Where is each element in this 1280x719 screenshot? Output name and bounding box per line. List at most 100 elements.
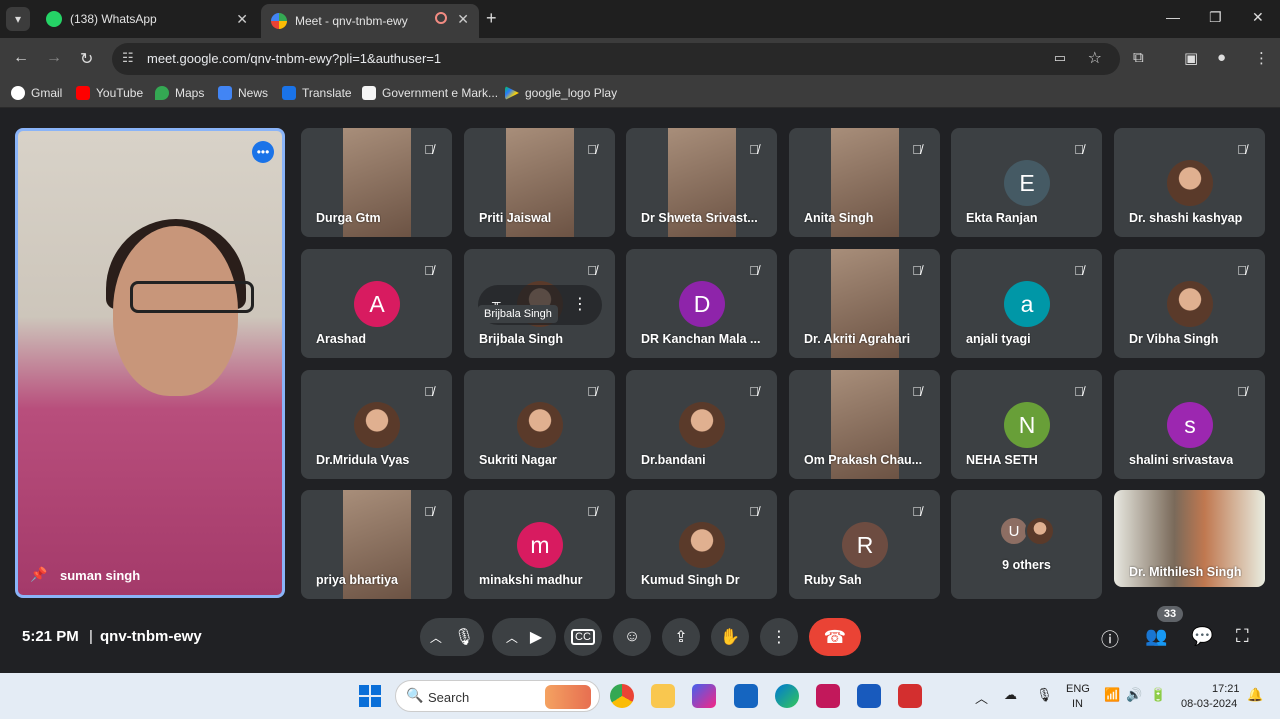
back-icon[interactable]: ← xyxy=(13,49,29,67)
participant-name: Ruby Sah xyxy=(804,573,862,587)
participant-tile[interactable]: s 🎙̸ shalini srivastava xyxy=(1114,370,1265,479)
participant-tile[interactable]: N 🎙̸ NEHA SETH xyxy=(951,370,1102,479)
participant-tile[interactable]: 🎙̸ Anita Singh xyxy=(789,128,940,237)
close-icon[interactable]: ✕ xyxy=(457,11,469,28)
participant-name: Priti Jaiswal xyxy=(479,211,552,225)
activities-icon[interactable]: ⛶ xyxy=(1236,626,1249,647)
forward-icon[interactable]: → xyxy=(46,49,62,67)
notification-icon[interactable]: 🔔 xyxy=(1247,687,1263,703)
tab-search-button[interactable]: ▾ xyxy=(6,7,30,31)
search-label: Search xyxy=(428,690,470,705)
microphone-button[interactable]: ︿ 🎙 xyxy=(420,618,484,656)
chrome-icon[interactable] xyxy=(610,684,634,708)
mic-off-icon: 🎙̸ xyxy=(912,262,922,278)
chevron-up-icon[interactable]: ︿ xyxy=(506,629,518,646)
more-options-icon[interactable]: ••• xyxy=(252,141,274,163)
camera-button[interactable]: ︿ ▶ xyxy=(492,618,556,656)
tab-whatsapp[interactable]: (138) WhatsApp ✕ xyxy=(36,4,258,34)
bookmark-youtube[interactable]: YouTube xyxy=(76,86,143,100)
battery-icon[interactable]: 🔋 xyxy=(1150,687,1166,703)
avatar xyxy=(679,522,725,568)
new-tab-icon[interactable]: + xyxy=(486,8,497,29)
window-close-icon[interactable]: ✕ xyxy=(1252,9,1264,26)
bookmark-news[interactable]: News xyxy=(218,86,268,100)
participant-tile[interactable]: 🎙̸ Om Prakash Chau... xyxy=(789,370,940,479)
volume-icon[interactable]: 🔊 xyxy=(1126,687,1142,703)
translate-icon xyxy=(282,86,296,100)
ds-app-icon[interactable] xyxy=(816,684,840,708)
participant-tile[interactable]: 🎙̸ Kumud Singh Dr xyxy=(626,490,777,599)
profile-icon[interactable]: ● xyxy=(1217,49,1226,66)
extensions-icon[interactable]: ⧉ xyxy=(1133,49,1144,66)
clock-time[interactable]: 17:21 xyxy=(1212,683,1240,695)
participant-tile[interactable]: 🎙̸ Dr Vibha Singh xyxy=(1114,249,1265,358)
participant-tile[interactable]: 🎙̸ Sukriti Nagar xyxy=(464,370,615,479)
participant-tile[interactable]: a 🎙̸ anjali tyagi xyxy=(951,249,1102,358)
tab-meet[interactable]: Meet - qnv-tnbm-ewy ✕ xyxy=(261,4,479,38)
bookmark-translate[interactable]: Translate xyxy=(282,86,352,100)
language-top[interactable]: ENG xyxy=(1066,683,1090,695)
file-explorer-icon[interactable] xyxy=(651,684,675,708)
participant-name: Kumud Singh Dr xyxy=(641,573,740,587)
participant-tile[interactable]: 🎙̸ Durga Gtm xyxy=(301,128,452,237)
leave-call-button[interactable]: ☎ xyxy=(809,618,861,656)
info-icon[interactable]: ⓘ xyxy=(1101,626,1119,652)
bookmark-play[interactable]: google_logo Play xyxy=(505,86,617,100)
participant-tile[interactable]: D 🎙̸ DR Kanchan Mala ... xyxy=(626,249,777,358)
chat-icon[interactable]: 💬 xyxy=(1191,626,1213,647)
participant-tile[interactable]: 🎙̸ Dr. Akriti Agrahari xyxy=(789,249,940,358)
close-icon[interactable]: ✕ xyxy=(236,11,248,28)
people-icon[interactable]: 👥 xyxy=(1145,626,1167,647)
participant-tile[interactable]: 🎙̸ Dr.bandani xyxy=(626,370,777,479)
address-bar[interactable]: ☷ meet.google.com/qnv-tnbm-ewy?pli=1&aut… xyxy=(112,43,1120,75)
main-speaker-tile[interactable]: ••• 📌 suman singh xyxy=(15,128,285,598)
taskbar-search[interactable]: 🔍 Search xyxy=(395,680,600,712)
participant-tile[interactable]: 🎙̸ Dr. shashi kashyap xyxy=(1114,128,1265,237)
more-options-button[interactable]: ⋮ xyxy=(760,618,798,656)
start-button[interactable] xyxy=(359,685,381,707)
minimize-icon[interactable]: — xyxy=(1166,9,1180,25)
more-vert-icon[interactable]: ⋮ xyxy=(572,294,588,314)
bookmark-gmail[interactable]: Gmail xyxy=(11,86,62,100)
cloud-icon[interactable]: ☁ xyxy=(1004,687,1017,703)
star-icon[interactable]: ☆ xyxy=(1088,48,1102,68)
participant-tile[interactable]: Dr. Mithilesh Singh xyxy=(1114,490,1265,587)
wifi-icon[interactable]: 📶 xyxy=(1104,687,1120,703)
clock-date[interactable]: 08-03-2024 xyxy=(1181,698,1237,710)
site-info-icon[interactable]: ☷ xyxy=(122,50,134,66)
participant-tile[interactable]: R 🎙̸ Ruby Sah xyxy=(789,490,940,599)
copilot-icon[interactable] xyxy=(692,684,716,708)
participant-tile[interactable]: ╥ ⋮ Brijbala Singh 🎙̸ Brijbala Singh xyxy=(464,249,615,358)
word-icon[interactable] xyxy=(857,684,881,708)
menu-icon[interactable]: ⋮ xyxy=(1254,49,1269,67)
reload-icon[interactable]: ↻ xyxy=(80,49,93,69)
chevron-up-icon[interactable]: ︿ xyxy=(975,688,988,707)
reactions-button[interactable]: ☺ xyxy=(613,618,651,656)
participant-tile[interactable]: 🎙̸ Priti Jaiswal xyxy=(464,128,615,237)
participant-tile[interactable]: 🎙̸ priya bhartiya xyxy=(301,490,452,599)
avatar: m xyxy=(517,522,563,568)
language-bottom[interactable]: IN xyxy=(1072,698,1083,710)
mic-tray-icon[interactable]: 🎙 xyxy=(1036,687,1053,703)
mail-icon[interactable] xyxy=(734,684,758,708)
participant-tile[interactable]: m 🎙̸ minakshi madhur xyxy=(464,490,615,599)
restore-icon[interactable]: ❐ xyxy=(1209,9,1222,26)
camera-icon[interactable]: ▭ xyxy=(1054,50,1066,66)
present-button[interactable]: ⇪ xyxy=(662,618,700,656)
google-icon xyxy=(11,86,25,100)
participant-tile[interactable]: A 🎙̸ Arashad xyxy=(301,249,452,358)
pin-icon[interactable]: 📌 xyxy=(30,566,47,583)
edge-icon[interactable] xyxy=(775,684,799,708)
participant-tile[interactable]: U9 others xyxy=(951,490,1102,599)
bookmark-gem[interactable]: Government e Mark... xyxy=(362,86,498,100)
raise-hand-button[interactable]: ✋ xyxy=(711,618,749,656)
participant-name: Arashad xyxy=(316,332,367,346)
participant-tile[interactable]: 🎙̸ Dr.Mridula Vyas xyxy=(301,370,452,479)
participant-tile[interactable]: E 🎙̸ Ekta Ranjan xyxy=(951,128,1102,237)
sidepanel-icon[interactable]: ▣ xyxy=(1184,49,1198,67)
chevron-up-icon[interactable]: ︿ xyxy=(430,629,442,646)
participant-tile[interactable]: 🎙̸ Dr Shweta Srivast... xyxy=(626,128,777,237)
captions-button[interactable]: CC xyxy=(564,618,602,656)
acrobat-icon[interactable] xyxy=(898,684,922,708)
bookmark-maps[interactable]: Maps xyxy=(155,86,204,100)
